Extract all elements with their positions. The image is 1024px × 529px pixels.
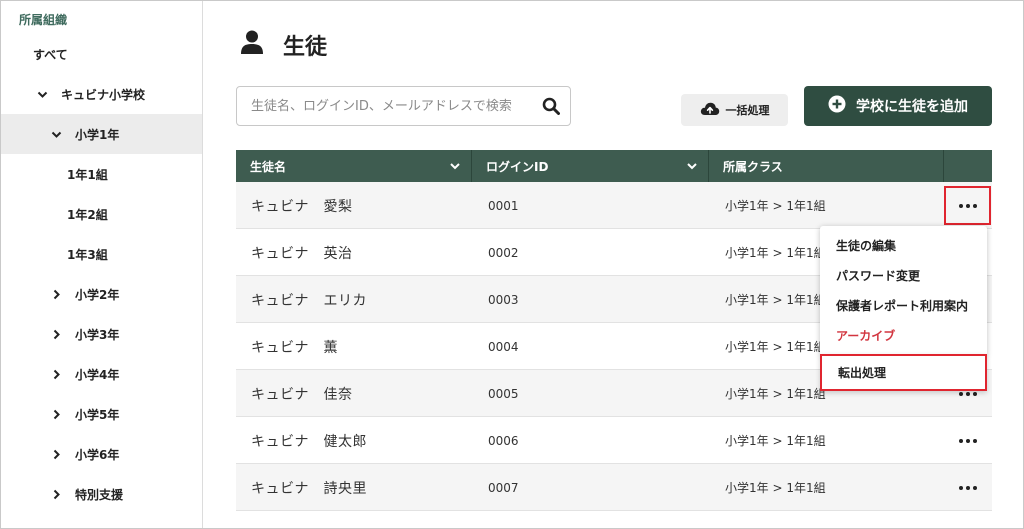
menu-item[interactable]: 生徒の編集 [820, 230, 987, 260]
login-id: 0002 [488, 245, 519, 260]
student-name: キュビナ エリカ [251, 292, 367, 309]
column-header-label: 所属クラス [723, 159, 783, 174]
search-box [236, 86, 571, 126]
menu-item[interactable]: パスワード変更 [820, 260, 987, 290]
sidebar-item[interactable]: 1年2組 [1, 194, 202, 234]
sidebar-title: 所属組織 [19, 13, 68, 27]
sidebar-item-label: 1年3組 [67, 247, 108, 262]
more-horizontal-icon [959, 438, 977, 443]
sidebar-item-label: 小学1年 [75, 127, 120, 142]
login-id: 0005 [488, 386, 519, 401]
login-id: 0001 [488, 198, 519, 213]
login-id: 0004 [488, 339, 519, 354]
table-row[interactable]: キュビナ 健太郎 0006 小学1年 > 1年1組 [236, 417, 992, 464]
sidebar-item[interactable]: 小学5年 [1, 394, 202, 434]
class-path: 小学1年 > 1年1組 [725, 293, 826, 307]
more-button-highlight [944, 186, 991, 225]
sidebar-item[interactable]: 小学2年 [1, 274, 202, 314]
search-input[interactable] [237, 87, 537, 125]
chevron-down-icon[interactable] [686, 160, 698, 175]
table-header: 生徒名 ログインID 所属クラス [236, 150, 992, 182]
chevron-right-icon[interactable] [51, 329, 67, 340]
chevron-down-icon[interactable] [449, 160, 461, 175]
student-name: キュビナ 愛梨 [251, 198, 353, 215]
more-options-button[interactable] [944, 417, 992, 464]
page-title-text: 生徒 [283, 35, 328, 60]
sidebar-item-label: 小学6年 [75, 447, 120, 462]
menu-item[interactable]: アーカイブ [820, 320, 987, 350]
chevron-right-icon[interactable] [51, 489, 67, 500]
sidebar-item-label: 小学3年 [75, 327, 120, 342]
student-name: キュビナ 佳奈 [251, 386, 353, 403]
sidebar-item-label: すべて [33, 47, 68, 62]
sidebar-item[interactable]: 小学6年 [1, 434, 202, 474]
sidebar-item[interactable]: 小学1年 [1, 114, 202, 154]
chevron-right-icon[interactable] [51, 289, 67, 300]
menu-item-label: 保護者レポート利用案内 [836, 298, 969, 313]
sidebar-item-label: 1年2組 [67, 207, 108, 222]
sidebar-item[interactable]: すべて [1, 34, 202, 74]
sidebar-item-label: 小学4年 [75, 367, 120, 382]
plus-circle-icon [828, 95, 846, 117]
more-horizontal-icon [959, 485, 977, 490]
page-title: 生徒 [241, 29, 327, 61]
chevron-down-icon[interactable] [37, 89, 53, 100]
chevron-down-icon[interactable] [51, 129, 67, 140]
menu-item-transfer[interactable]: 転出処理 [820, 354, 987, 391]
column-header-login[interactable]: ログインID [472, 150, 709, 182]
login-id: 0003 [488, 292, 519, 307]
more-options-button[interactable] [944, 464, 992, 511]
sidebar-item[interactable]: 小学3年 [1, 314, 202, 354]
add-student-label: 学校に生徒を追加 [856, 99, 968, 115]
add-student-button[interactable]: 学校に生徒を追加 [804, 86, 992, 126]
chevron-right-icon[interactable] [51, 369, 67, 380]
sidebar-item-label: 特別支援 [75, 487, 124, 502]
class-path: 小学1年 > 1年1組 [725, 246, 826, 260]
bulk-process-button[interactable]: 一括処理 [681, 94, 788, 126]
more-horizontal-icon [959, 391, 977, 396]
sidebar-item-label: 1年1組 [67, 167, 108, 182]
column-header-class: 所属クラス [709, 150, 944, 182]
table-row[interactable]: キュビナ 詩央里 0007 小学1年 > 1年1組 [236, 464, 992, 511]
table-row[interactable]: キュビナ 愛梨 0001 小学1年 > 1年1組 [236, 182, 992, 229]
search-icon[interactable] [542, 97, 560, 119]
bulk-process-label: 一括処理 [725, 104, 770, 117]
column-header-name[interactable]: 生徒名 [236, 150, 472, 182]
menu-item-label: 転出処理 [838, 366, 887, 380]
menu-item-label: パスワード変更 [836, 268, 921, 283]
sidebar-item[interactable]: 1年1組 [1, 154, 202, 194]
sidebar-item-label: キュビナ小学校 [61, 87, 146, 102]
student-name: キュビナ 英治 [251, 245, 353, 262]
login-id: 0006 [488, 433, 519, 448]
menu-item-label: アーカイブ [836, 328, 896, 343]
class-path: 小学1年 > 1年1組 [725, 387, 826, 401]
login-id: 0007 [488, 480, 519, 495]
sidebar-item[interactable]: 特別支援 [1, 474, 202, 514]
menu-item[interactable]: 保護者レポート利用案内 [820, 290, 987, 320]
chevron-right-icon[interactable] [51, 449, 67, 460]
menu-item-label: 生徒の編集 [836, 238, 897, 253]
chevron-right-icon[interactable] [51, 409, 67, 420]
sidebar-item[interactable]: 小学4年 [1, 354, 202, 394]
column-header-label: ログインID [486, 159, 549, 174]
student-name: キュビナ 薫 [251, 339, 338, 356]
person-icon [241, 30, 263, 60]
column-header-label: 生徒名 [250, 159, 287, 174]
sidebar: 所属組織 すべてキュビナ小学校小学1年 1年1組 1年2組 1年3組小学2年小学3年小… [1, 1, 203, 528]
class-path: 小学1年 > 1年1組 [725, 340, 826, 354]
sidebar-item-label: 小学5年 [75, 407, 120, 422]
sidebar-item[interactable]: 1年3組 [1, 234, 202, 274]
class-path: 小学1年 > 1年1組 [725, 199, 826, 213]
class-path: 小学1年 > 1年1組 [725, 481, 826, 495]
student-name: キュビナ 健太郎 [251, 433, 367, 450]
column-header-actions [944, 150, 992, 182]
sidebar-item-label: 小学2年 [75, 287, 120, 302]
row-action-menu: 生徒の編集パスワード変更保護者レポート利用案内 アーカイブ [820, 226, 987, 356]
cloud-upload-icon [700, 102, 720, 119]
class-path: 小学1年 > 1年1組 [725, 434, 826, 448]
sidebar-item[interactable]: キュビナ小学校 [1, 74, 202, 114]
student-name: キュビナ 詩央里 [251, 480, 367, 497]
app-window: 所属組織 すべて キュビナ小学校 小学1年 1年1組 1年2組 1年3組 小学2年 小学3年小… [0, 0, 1024, 529]
